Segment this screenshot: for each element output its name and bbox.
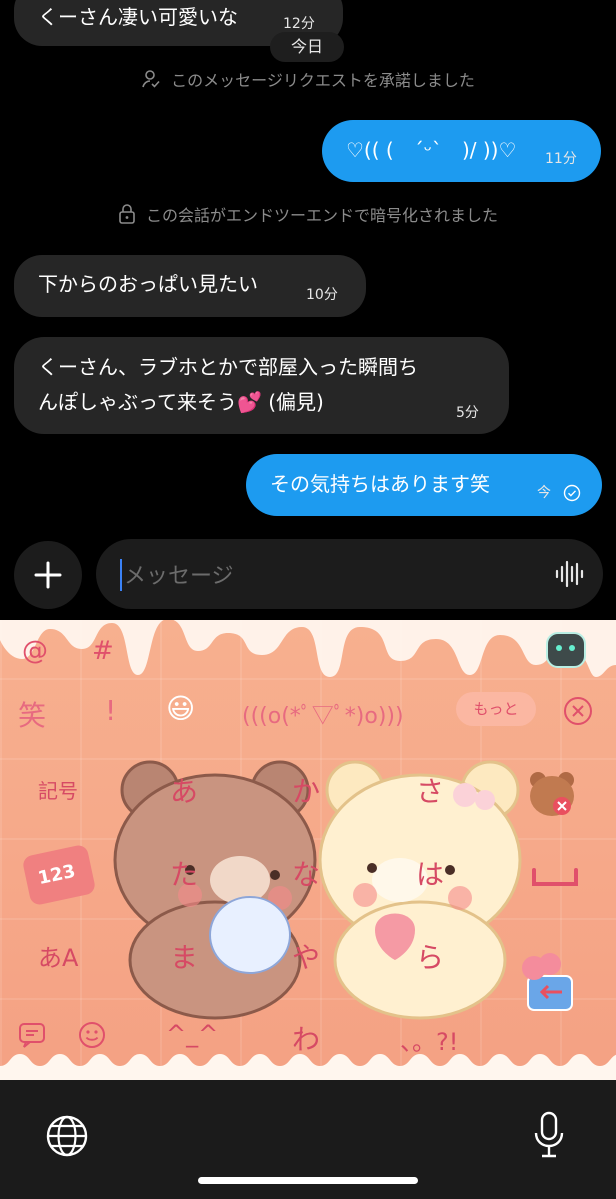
e2e-encryption-text: この会話がエンドツーエンドで暗号化されました: [145, 206, 498, 225]
voice-message-icon[interactable]: [554, 559, 584, 589]
keyboard: @ # 笑 ! 😃 (((o(*ﾟ▽ﾟ*)o))) もっと 記号 123 あA …: [0, 620, 616, 1080]
suggestion-2[interactable]: !: [105, 694, 116, 727]
message-text: ♡(( ( ˊᵕˋ )/ ))♡: [346, 138, 517, 162]
message-text: その気持ちはあります笑: [270, 472, 490, 496]
sent-check-icon: [563, 484, 581, 502]
key-ya[interactable]: や: [292, 936, 320, 976]
message-outgoing-2[interactable]: その気持ちはあります笑 今: [246, 454, 602, 516]
suggestion-3[interactable]: 😃: [166, 692, 195, 725]
message-time: 今: [537, 485, 551, 501]
hash-key[interactable]: #: [92, 636, 114, 666]
message-text: くーさん凄い可愛いな: [38, 5, 238, 29]
symbol-key[interactable]: 記号: [38, 775, 78, 804]
keyboard-mascot-icon[interactable]: [546, 632, 586, 668]
bear-delete-icon: [530, 772, 574, 816]
flower-enter-icon: [522, 953, 573, 1011]
request-accepted-text: このメッセージリクエストを承諾しました: [171, 71, 475, 90]
delete-key[interactable]: [526, 768, 578, 820]
system-bottom-bar: [0, 1080, 616, 1199]
more-button[interactable]: もっと: [456, 692, 536, 726]
message-text-line-2: んぽしゃぶって来そう💕 (偏見): [38, 390, 324, 414]
message-time: 10分: [306, 287, 338, 303]
text-caret: [120, 559, 122, 591]
message-time: 11分: [545, 151, 577, 167]
kana-alpha-toggle-key[interactable]: あA: [38, 938, 78, 973]
message-incoming-2[interactable]: くーさん、ラブホとかで部屋入った瞬間ち んぽしゃぶって来そう💕 (偏見) 5分: [14, 337, 509, 434]
message-text-line-1: くーさん、ラブホとかで部屋入った瞬間ち: [38, 355, 418, 379]
space-key-icon[interactable]: [530, 862, 580, 892]
emoji-smile-icon[interactable]: [78, 1021, 106, 1049]
globe-icon[interactable]: [45, 1114, 89, 1158]
key-ma[interactable]: ま: [170, 936, 198, 976]
key-ra[interactable]: ら: [416, 936, 444, 976]
lock-icon: [119, 204, 135, 224]
message-incoming-1[interactable]: 下からのおっぱい見たい 10分: [14, 255, 366, 317]
enter-key[interactable]: [510, 946, 582, 1018]
key-na[interactable]: な: [292, 853, 320, 893]
message-placeholder: メッセージ: [124, 564, 234, 589]
lace-border-decoration: [0, 1054, 616, 1080]
key-ta[interactable]: た: [170, 853, 198, 893]
message-outgoing-1[interactable]: ♡(( ( ˊᵕˋ )/ ))♡ 11分: [322, 120, 601, 182]
e2e-encryption-notice: この会話がエンドツーエンドで暗号化されました: [0, 202, 616, 226]
kaomoji-key[interactable]: ^_^: [166, 1020, 218, 1048]
number-key[interactable]: 123: [21, 843, 97, 907]
suggestion-1[interactable]: 笑: [18, 694, 46, 734]
home-indicator[interactable]: [198, 1177, 418, 1184]
add-attachment-button[interactable]: [14, 541, 82, 609]
close-suggestions-icon[interactable]: [563, 696, 593, 726]
at-sign-key[interactable]: @: [22, 636, 48, 666]
date-chip-label: 今日: [290, 37, 323, 56]
suggestion-4[interactable]: (((o(*ﾟ▽ﾟ*)o))): [242, 698, 404, 730]
request-accepted-notice: このメッセージリクエストを承諾しました: [0, 67, 616, 91]
key-a[interactable]: あ: [170, 770, 198, 810]
key-ha[interactable]: は: [416, 853, 444, 893]
number-key-label: 123: [36, 860, 78, 890]
message-input[interactable]: メッセージ: [96, 539, 603, 609]
message-time: 5分: [456, 405, 479, 421]
microphone-icon[interactable]: [532, 1111, 566, 1159]
message-text: 下からのおっぱい見たい: [38, 272, 258, 296]
clipboard-icon[interactable]: [18, 1022, 46, 1048]
key-sa[interactable]: さ: [416, 770, 444, 810]
plus-icon: [34, 561, 62, 589]
key-ka[interactable]: か: [292, 770, 320, 810]
person-check-icon: [142, 70, 160, 88]
more-label: もっと: [473, 700, 519, 718]
date-chip: 今日: [270, 32, 344, 62]
